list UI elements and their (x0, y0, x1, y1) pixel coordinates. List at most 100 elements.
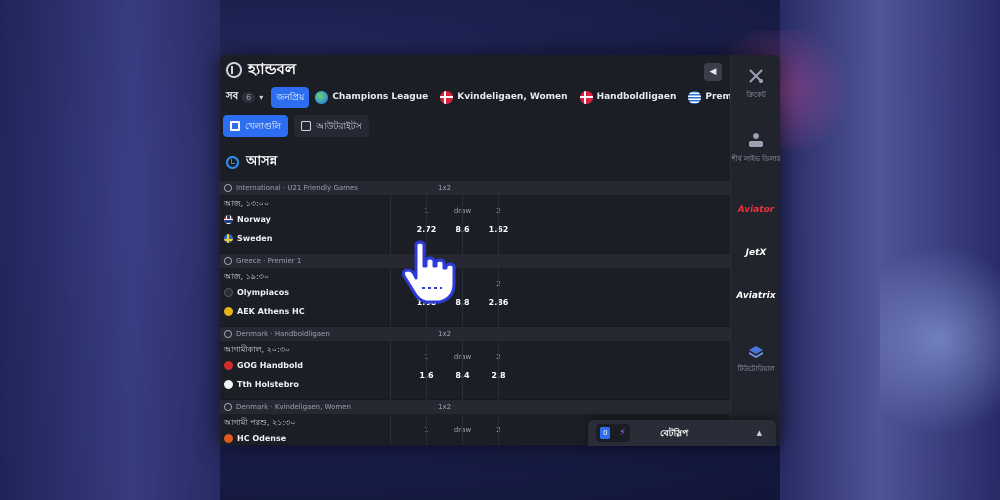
team-logo-icon (224, 380, 233, 389)
odds-away[interactable]: 2 2.8 (462, 341, 506, 400)
odds-away[interactable]: 2 2.86 (462, 268, 508, 327)
home-team: Norway (224, 215, 271, 224)
norway-flag-icon (224, 215, 233, 224)
filter-handboldligaen[interactable]: Handboldligaen (579, 90, 677, 104)
denmark-flag-icon (579, 90, 593, 104)
filter-champions-league[interactable]: Champions League (315, 90, 429, 104)
handball-icon (224, 330, 232, 338)
background-left (0, 0, 220, 500)
grid-icon (230, 121, 240, 131)
hand-cursor-icon (402, 240, 456, 304)
filter-label: Champions League (332, 92, 429, 102)
league-name: Denmark · Handboldligaen (236, 330, 330, 338)
filter-kvindeligaen[interactable]: Kvindeligaen, Women (440, 90, 568, 104)
team-name: AEK Athens HC (237, 307, 305, 316)
away-team: Tth Holstebro (224, 380, 299, 389)
rail-item-live-dealer[interactable]: শীর্ষ লাইভ ডিলার (731, 131, 780, 165)
home-team: GOG Handbold (224, 361, 303, 370)
tab-label: আউটরাইটস (316, 121, 362, 132)
rail-label: ক্রিকেট (746, 91, 766, 99)
event-time: আজ, ১৩:০০ (224, 199, 270, 208)
filter-all[interactable]: সব (226, 89, 238, 106)
rail-item-cricket[interactable]: ক্রিকেট (731, 67, 780, 101)
rail-label: টিউটোরিয়াল (737, 365, 775, 373)
team-name: Olympiacos (237, 288, 289, 297)
odds-home[interactable]: 1 (390, 414, 429, 445)
team-logo-icon (224, 434, 233, 443)
away-team: AEK Athens HC (224, 307, 305, 316)
filter-label: Kvindeligaen, Women (457, 92, 568, 102)
filter-all-count: 6 (242, 91, 256, 103)
event-row[interactable]: আগামীকাল, ২০:৩০ GOG Handbold Tth Holsteb… (220, 341, 730, 400)
odds-divider (498, 195, 534, 254)
league-header: International · U21 Friendly Games 1x2 (220, 181, 730, 195)
clock-icon (226, 156, 239, 169)
odds-away[interactable]: 2 1.62 (462, 195, 508, 254)
league-name: International · U21 Friendly Games (236, 184, 358, 192)
filter-popular[interactable]: জনপ্রিয় (271, 86, 310, 108)
chevron-up-icon[interactable]: ▲ (757, 429, 762, 437)
rail-item-tutorial[interactable]: টিউটোরিয়াল (731, 341, 780, 375)
tab-games[interactable]: খেলাগুলি (223, 115, 289, 137)
odds-divider (498, 414, 534, 445)
betslip-label: বেটস্লিপ (660, 428, 689, 439)
denmark-flag-icon (440, 90, 454, 104)
handball-icon (226, 62, 242, 78)
league-filter-bar: সব 6 ▾ জনপ্রিয় Champions League Kvindel… (226, 86, 766, 108)
sportsbook-window: হ্যান্ডবল ◀ সব 6 ▾ জনপ্রিয় Champions Le… (220, 55, 780, 445)
page-header: হ্যান্ডবল ◀ (220, 55, 730, 85)
cricket-icon (749, 69, 763, 83)
odds-draw[interactable]: draw 8.4 (426, 341, 471, 400)
market-label: 1x2 (438, 403, 452, 411)
event-time: আগামীকাল, ২০:৩০ (224, 345, 291, 354)
rail-item-aviator[interactable]: Aviator (731, 205, 780, 215)
jetx-logo: JetX (745, 248, 767, 258)
rail-item-jetx[interactable]: JetX (731, 248, 780, 258)
betslip-indicator: 0 ⚡ (596, 424, 630, 442)
book-icon (749, 346, 763, 358)
event-row[interactable]: আজ, ১৯:৩০ Olympiacos AEK Athens HC 1.58 … (220, 268, 730, 327)
tab-outrights[interactable]: আউটরাইটস (294, 115, 369, 137)
section-title: আসন্ন (246, 154, 278, 169)
odds-draw[interactable]: draw (426, 414, 471, 445)
event-time: আজ, ১৯:৩০ (224, 272, 270, 281)
sweden-flag-icon (224, 234, 233, 243)
collapse-button[interactable]: ◀ (704, 63, 722, 81)
view-tabs: খেলাগুলি আউটরাইটস (223, 115, 375, 137)
betslip-bar[interactable]: 0 ⚡ বেটস্লিপ ▲ (588, 420, 776, 446)
league-header: Denmark · Handboldligaen 1x2 (220, 327, 730, 341)
section-header: আসন্ন (226, 152, 277, 173)
odds-away[interactable]: 2 (462, 414, 501, 445)
league-header: Greece · Premier 1 (220, 254, 730, 268)
aviatrix-logo: Aviatrix (736, 291, 776, 301)
market-label: 1x2 (438, 330, 452, 338)
greece-flag-icon (688, 90, 702, 104)
team-logo-icon (224, 288, 233, 297)
market-label: 1x2 (438, 184, 452, 192)
team-name: Norway (237, 215, 271, 224)
team-name: Sweden (237, 234, 273, 243)
home-team: HC Odense (224, 434, 286, 443)
aviator-logo: Aviator (737, 205, 775, 215)
league-name: Greece · Premier 1 (236, 257, 302, 265)
handball-icon (224, 257, 232, 265)
home-team: Olympiacos (224, 288, 289, 297)
event-list: International · U21 Friendly Games 1x2 আ… (220, 181, 730, 445)
chevron-down-icon[interactable]: ▾ (259, 93, 263, 102)
team-logo-icon (224, 361, 233, 370)
background-glow (880, 220, 1000, 460)
calendar-icon (301, 121, 312, 131)
globe-icon (315, 90, 329, 104)
odds-home[interactable]: 1 1.6 (390, 341, 434, 400)
rail-item-aviatrix[interactable]: Aviatrix (731, 291, 780, 301)
betslip-count: 0 (600, 427, 611, 439)
chevron-left-icon: ◀ (709, 67, 717, 77)
team-name: HC Odense (237, 434, 287, 443)
event-row[interactable]: আজ, ১৩:০০ Norway Sweden 1 2.72 draw 8.6 (220, 195, 730, 254)
handball-icon (224, 403, 232, 411)
rail-label: শীর্ষ লাইভ ডিলার (731, 155, 780, 163)
event-time: আগামী পরশু, ২১:৩০ (224, 418, 296, 427)
odds-divider (498, 341, 534, 400)
tab-label: খেলাগুলি (245, 121, 282, 132)
filter-label: Handboldligaen (596, 92, 677, 102)
